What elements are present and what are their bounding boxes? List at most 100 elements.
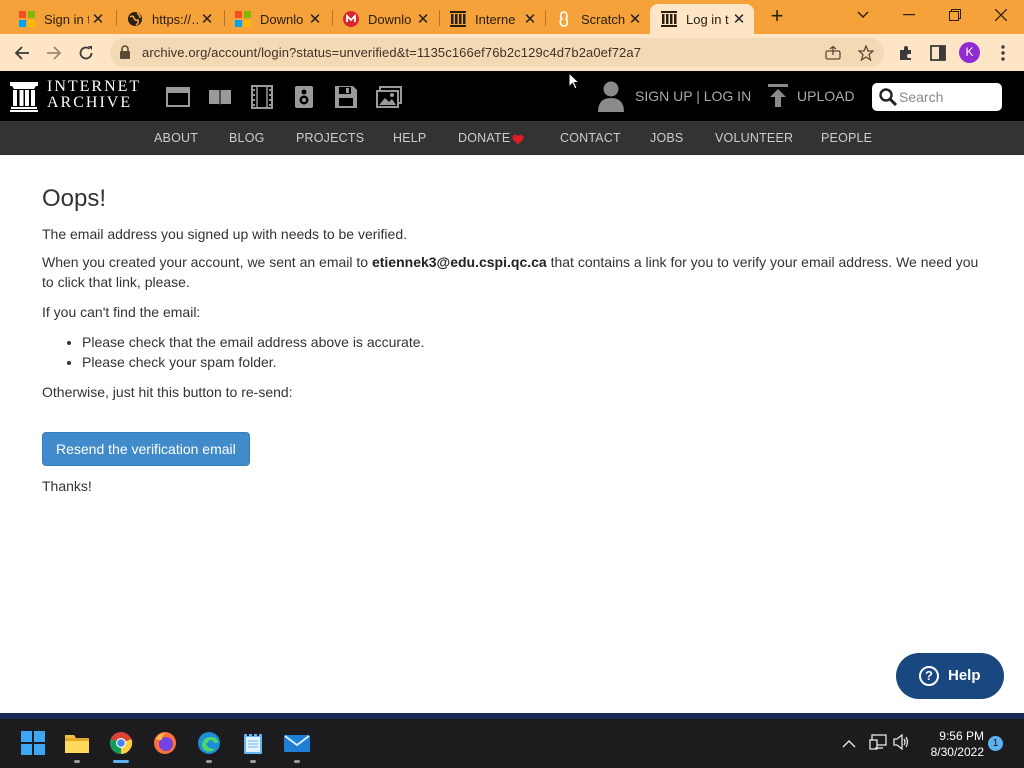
nav-jobs[interactable]: JOBS [650, 131, 683, 145]
running-indicator [294, 760, 300, 763]
email-sent-message: When you created your account, we sent a… [42, 252, 992, 292]
internet-archive-wordmark[interactable]: INTERNET ARCHIVE [47, 79, 141, 111]
audio-speaker-icon[interactable] [292, 85, 316, 109]
address-bar[interactable]: archive.org/account/login?status=unverif… [110, 38, 884, 67]
search-input[interactable] [899, 87, 997, 107]
tab-title: Downlo [260, 11, 304, 27]
close-tab-icon[interactable]: ✕ [521, 10, 539, 28]
tab-title: Log in t [686, 11, 729, 27]
nav-blog[interactable]: BLOG [229, 131, 265, 145]
nav-people[interactable]: PEOPLE [821, 131, 872, 145]
browser-tab[interactable]: Sign in to ✕ [8, 4, 113, 34]
ia-secondary-nav: ABOUT BLOG PROJECTS HELP DONATE CONTACT … [0, 121, 1024, 155]
video-film-icon[interactable] [250, 85, 274, 109]
side-panel-icon[interactable] [926, 41, 950, 65]
thanks-text: Thanks! [42, 478, 92, 494]
web-icon[interactable] [166, 85, 190, 109]
email-address: etiennek3@edu.cspi.qc.ca [371, 254, 547, 270]
tips-list: Please check that the email address abov… [82, 332, 424, 372]
upload-link[interactable]: UPLOAD [797, 88, 855, 104]
firefox-icon[interactable] [152, 730, 178, 756]
edge-icon[interactable] [196, 730, 222, 756]
profile-avatar[interactable]: K [959, 42, 980, 63]
reload-icon[interactable] [74, 41, 98, 65]
taskbar-clock[interactable]: 9:56 PM 8/30/2022 [914, 728, 984, 760]
chrome-icon[interactable] [108, 730, 134, 756]
nav-projects[interactable]: PROJECTS [296, 131, 364, 145]
ia-search-box[interactable] [872, 83, 1002, 111]
logo-line-1: INTERNET [47, 78, 142, 95]
search-icon[interactable] [879, 88, 898, 111]
texts-book-icon[interactable] [208, 85, 232, 109]
running-indicator [74, 760, 80, 763]
back-arrow-icon[interactable] [10, 41, 34, 65]
browser-tab[interactable]: https://… ✕ [116, 4, 222, 34]
microsoft-icon [19, 11, 35, 27]
browser-tab[interactable]: Scratch ✕ [545, 4, 650, 34]
share-icon[interactable] [823, 43, 843, 63]
restore-icon[interactable] [943, 4, 967, 26]
forward-arrow-icon[interactable] [42, 41, 66, 65]
resend-verification-button[interactable]: Resend the verification email [42, 432, 250, 466]
file-explorer-icon[interactable] [64, 730, 90, 756]
nav-help[interactable]: HELP [393, 131, 426, 145]
browser-tab[interactable]: Downlo ✕ [332, 4, 438, 34]
close-tab-icon[interactable]: ✕ [198, 10, 216, 28]
help-widget-button[interactable]: ? Help [896, 653, 1004, 699]
help-label: Help [948, 667, 981, 684]
nav-contact[interactable]: CONTACT [560, 131, 621, 145]
notification-badge[interactable]: 1 [988, 736, 1003, 751]
images-icon[interactable] [376, 85, 402, 109]
close-tab-icon[interactable]: ✕ [626, 10, 644, 28]
clock-time: 9:56 PM [939, 729, 984, 743]
close-tab-icon[interactable]: ✕ [89, 10, 107, 28]
tab-title: https://… [152, 11, 198, 27]
verify-message: The email address you signed up with nee… [42, 226, 407, 242]
kebab-menu-icon[interactable] [991, 41, 1015, 65]
browser-tab[interactable]: Downlo ✕ [224, 4, 330, 34]
tab-search-chevron-icon[interactable] [851, 4, 875, 26]
nav-about[interactable]: ABOUT [154, 131, 198, 145]
nav-volunteer[interactable]: VOLUNTEER [715, 131, 793, 145]
signup-login-link[interactable]: SIGN UP | LOG IN [635, 88, 751, 104]
windows-start-icon[interactable] [20, 730, 46, 756]
extensions-puzzle-icon[interactable] [894, 41, 918, 65]
browser-tab-strip: Sign in to ✕ https://… ✕ Downlo ✕ Downlo… [0, 0, 1024, 34]
close-tab-icon[interactable]: ✕ [730, 10, 748, 28]
active-app-indicator [113, 760, 129, 763]
mail-icon[interactable] [284, 730, 310, 756]
software-floppy-icon[interactable] [334, 85, 358, 109]
heart-icon[interactable] [512, 132, 524, 150]
question-mark-icon: ? [919, 666, 939, 686]
volume-icon[interactable] [893, 733, 911, 755]
cant-find-message: If you can't find the email: [42, 304, 201, 320]
browser-tab-active[interactable]: Log in t ✕ [650, 4, 754, 34]
internet-archive-icon [661, 11, 677, 27]
browser-toolbar: archive.org/account/login?status=unverif… [0, 34, 1024, 71]
close-window-icon[interactable] [989, 4, 1013, 26]
email-sent-text-before: When you created your account, we sent a… [42, 254, 372, 270]
internet-archive-logo-icon[interactable] [10, 82, 38, 117]
mouse-cursor-icon [568, 71, 581, 95]
list-item: Please check that the email address abov… [82, 332, 424, 352]
minimize-icon[interactable] [897, 4, 921, 26]
notepad-icon[interactable] [240, 730, 266, 756]
url-text: archive.org/account/login?status=unverif… [142, 45, 642, 60]
list-item: Please check your spam folder. [82, 352, 424, 372]
mega-icon [343, 11, 359, 27]
nav-donate[interactable]: DONATE [458, 131, 510, 145]
close-tab-icon[interactable]: ✕ [414, 10, 432, 28]
running-indicator [250, 760, 256, 763]
scratch-icon [556, 11, 572, 27]
network-icon[interactable] [869, 734, 887, 755]
show-hidden-icons-chevron-icon[interactable] [842, 736, 856, 754]
browser-tab[interactable]: Interne ✕ [439, 4, 545, 34]
user-icon[interactable] [597, 80, 625, 117]
clock-date: 8/30/2022 [930, 745, 984, 759]
upload-icon[interactable] [768, 84, 788, 113]
resend-instructions: Otherwise, just hit this button to re-se… [42, 384, 293, 400]
logo-line-2: ARCHIVE [47, 94, 133, 111]
bookmark-star-icon[interactable] [856, 43, 876, 63]
close-tab-icon[interactable]: ✕ [306, 10, 324, 28]
new-tab-icon[interactable]: + [766, 5, 788, 28]
